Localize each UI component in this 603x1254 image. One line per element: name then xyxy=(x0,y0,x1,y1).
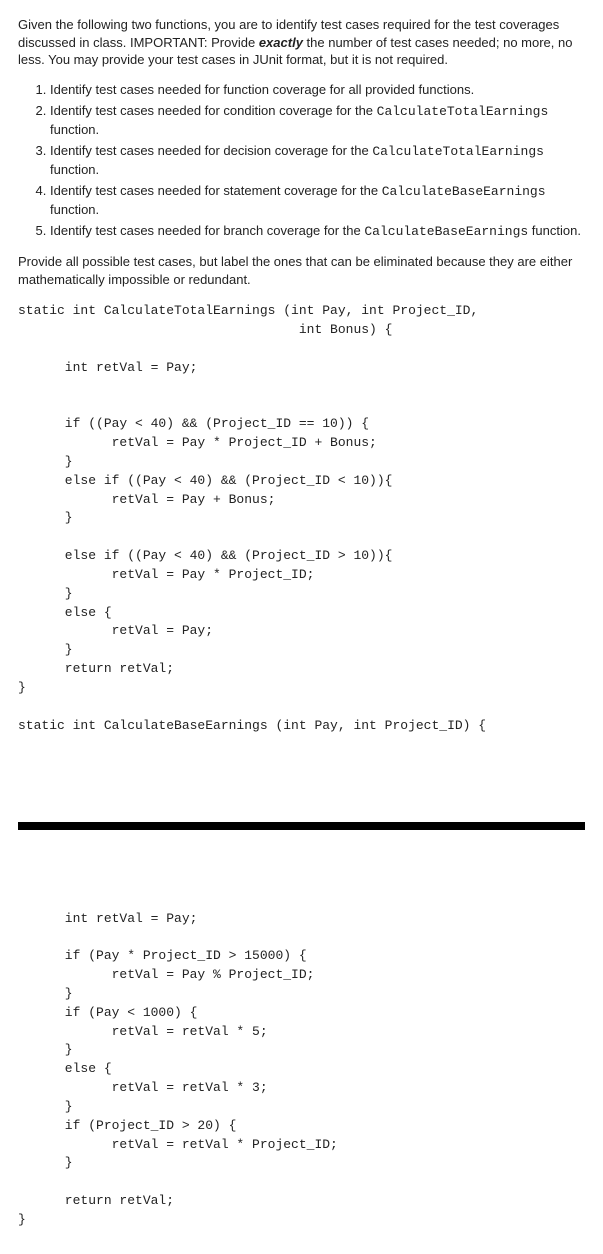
task-1-text: Identify test cases needed for function … xyxy=(50,82,474,97)
intro-paragraph: Given the following two functions, you a… xyxy=(18,16,585,69)
task-4-text-b: function. xyxy=(50,202,99,217)
spacer xyxy=(18,744,585,804)
task-item-4: Identify test cases needed for statement… xyxy=(50,182,585,218)
task-3-code: CalculateTotalEarnings xyxy=(372,144,544,159)
task-list: Identify test cases needed for function … xyxy=(18,81,585,241)
task-item-2: Identify test cases needed for condition… xyxy=(50,102,585,138)
task-4-text-a: Identify test cases needed for statement… xyxy=(50,183,382,198)
code-block-2: int retVal = Pay; if (Pay * Project_ID >… xyxy=(18,910,585,1230)
task-item-1: Identify test cases needed for function … xyxy=(50,81,585,99)
task-5-code: CalculateBaseEarnings xyxy=(364,224,528,239)
task-3-text-a: Identify test cases needed for decision … xyxy=(50,143,372,158)
page-divider xyxy=(18,822,585,830)
task-item-3: Identify test cases needed for decision … xyxy=(50,142,585,178)
task-3-text-b: function. xyxy=(50,162,99,177)
intro-emphasis: exactly xyxy=(259,35,303,50)
code-block-1: static int CalculateTotalEarnings (int P… xyxy=(18,302,585,735)
task-2-text-a: Identify test cases needed for condition… xyxy=(50,103,377,118)
instruction-paragraph: Provide all possible test cases, but lab… xyxy=(18,253,585,288)
task-item-5: Identify test cases needed for branch co… xyxy=(50,222,585,241)
task-2-code: CalculateTotalEarnings xyxy=(377,104,549,119)
task-5-text-a: Identify test cases needed for branch co… xyxy=(50,223,364,238)
task-2-text-b: function. xyxy=(50,122,99,137)
task-4-code: CalculateBaseEarnings xyxy=(382,184,546,199)
task-5-text-b: function. xyxy=(528,223,581,238)
